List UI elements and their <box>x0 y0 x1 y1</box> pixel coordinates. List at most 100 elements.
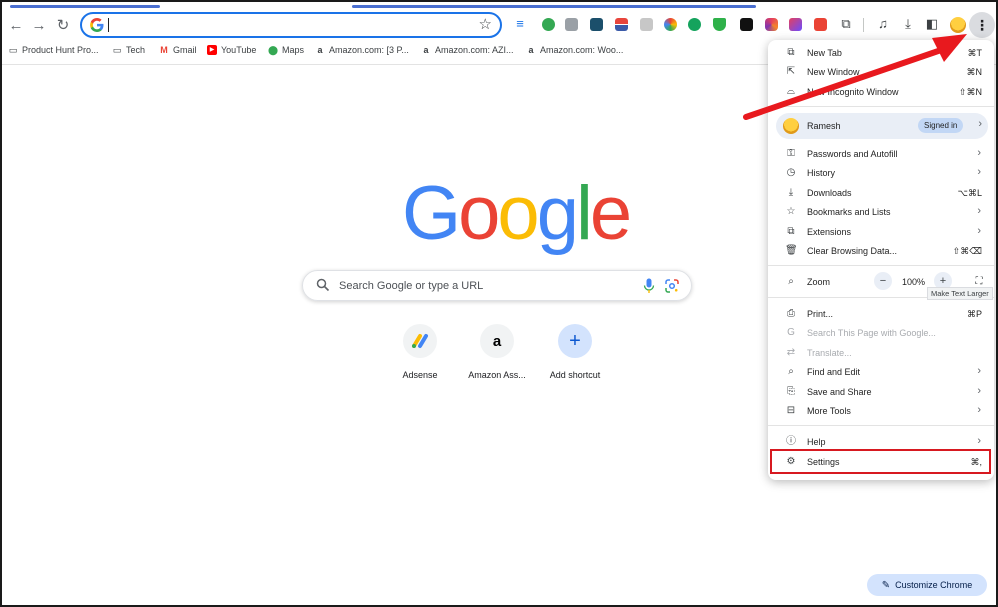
menu-item-search-page: G Search This Page with Google... <box>768 323 994 342</box>
amazon-icon: a <box>423 45 429 55</box>
bookmark-item[interactable]: ⬤ Maps <box>268 45 304 55</box>
bookmark-star-icon[interactable]: ☆ <box>479 15 492 33</box>
bookmark-label: Amazon.com: AZI... <box>435 45 514 55</box>
chrome-menu: ⧉ New Tab ⌘T ⇱ New Window ⌘N ⌓ New Incognito … <box>768 40 994 480</box>
puzzle-icon[interactable]: ⧉ <box>838 16 854 32</box>
bookmark-label: Gmail <box>173 45 197 55</box>
bookmark-label: Maps <box>282 45 305 55</box>
customize-chrome-button[interactable]: ✎ Customize Chrome <box>867 574 987 596</box>
reload-icon[interactable]: ↻ <box>52 14 74 36</box>
profile-avatar[interactable] <box>950 17 966 33</box>
grammarly-icon[interactable] <box>688 18 701 31</box>
bookmark-item[interactable]: a Amazon.com: Woo... <box>526 45 623 55</box>
forward-icon[interactable]: → <box>28 14 50 36</box>
extension-icon[interactable] <box>664 18 677 31</box>
printer-icon: ⎙ <box>787 308 795 319</box>
incognito-icon: ⌓ <box>787 86 795 97</box>
download-icon[interactable]: ⤓ <box>900 16 916 32</box>
zoom-out-button[interactable]: − <box>874 272 892 290</box>
address-bar[interactable]: ☆ <box>80 12 502 38</box>
extension-icon[interactable] <box>789 18 802 31</box>
toolbar-divider <box>863 18 864 32</box>
menu-item-passwords[interactable]: ⚿ Passwords and Autofill › <box>768 144 994 163</box>
menu-item-new-incognito[interactable]: ⌓ New Incognito Window ⇧⌘N <box>768 82 994 101</box>
add-shortcut-button[interactable]: + Add shortcut <box>536 324 614 380</box>
chevron-right-icon: › <box>977 435 981 447</box>
reading-list-icon[interactable]: ≡ <box>512 16 528 31</box>
search-placeholder: Search Google or type a URL <box>339 280 484 292</box>
menu-item-history[interactable]: ◷ History › <box>768 163 994 182</box>
profile-name: Ramesh <box>807 121 841 131</box>
bookmark-item[interactable]: M Gmail <box>159 45 197 55</box>
bookmark-label: Tech <box>126 45 146 55</box>
shield-icon[interactable] <box>713 18 726 31</box>
extension-icon[interactable] <box>542 18 555 31</box>
gmail-icon: M <box>160 45 168 55</box>
logo-letter: g <box>536 171 579 256</box>
bookmark-item[interactable]: a Amazon.com: AZI... <box>421 45 514 55</box>
browser-toolbar: ← → ↻ ☆ ≡ ⧉ ♫ ⤓ ◧ ⋮ <box>2 10 996 42</box>
extension-icon[interactable] <box>565 18 578 31</box>
google-search-box[interactable]: Search Google or type a URL <box>302 270 692 301</box>
menu-item-new-tab[interactable]: ⧉ New Tab ⌘T <box>768 43 994 62</box>
translate-icon: ⇄ <box>786 347 796 358</box>
text-caret <box>108 18 109 32</box>
bookmark-item[interactable]: ▭ Product Hunt Pro... <box>8 45 99 55</box>
download-icon: ⤓ <box>788 187 794 198</box>
menu-item-extensions[interactable]: ⧉ Extensions › <box>768 222 994 241</box>
menu-item-new-window[interactable]: ⇱ New Window ⌘N <box>768 62 994 81</box>
menu-item-translate: ⇄ Translate... <box>786 347 852 358</box>
media-icon[interactable]: ♫ <box>875 16 891 31</box>
side-panel-icon[interactable]: ◧ <box>924 16 940 32</box>
shortcut-adsense[interactable]: Adsense <box>381 324 459 380</box>
chevron-right-icon: › <box>977 365 981 377</box>
menu-item-find-edit[interactable]: ⌕ Find and Edit › <box>768 362 994 381</box>
chrome-menu-icon[interactable]: ⋮ <box>969 12 995 38</box>
back-icon[interactable]: ← <box>5 14 27 36</box>
amazon-icon: a <box>317 45 323 55</box>
signed-in-badge: Signed in <box>918 118 964 133</box>
menu-item-more-tools[interactable]: ⊟ More Tools › <box>768 401 994 420</box>
extension-icon[interactable] <box>740 18 753 31</box>
maps-icon: ⬤ <box>268 45 279 55</box>
plus-icon: + <box>558 324 592 358</box>
extension-icon[interactable] <box>615 18 628 31</box>
google-lens-icon[interactable] <box>665 279 679 293</box>
bookmark-item[interactable]: ▶ YouTube <box>207 45 256 55</box>
bookmark-label: Amazon.com: Woo... <box>540 45 624 55</box>
shortcut-amazon[interactable]: a Amazon Ass... <box>458 324 536 380</box>
logo-letter: l <box>575 171 593 256</box>
bookmark-label: Amazon.com: [3 P... <box>329 45 409 55</box>
new-window-icon: ⇱ <box>786 66 796 77</box>
logo-letter: o <box>497 171 539 256</box>
key-icon: ⚿ <box>787 148 795 159</box>
menu-profile-row[interactable]: Ramesh Signed in › <box>776 113 988 139</box>
trash-icon: 🗑 <box>785 245 798 256</box>
bookmark-item[interactable]: a Amazon.com: [3 P... <box>315 45 409 55</box>
folder-icon: ▭ <box>112 45 122 55</box>
menu-item-print[interactable]: ⎙ Print... ⌘P <box>768 304 994 323</box>
menu-divider <box>768 106 994 107</box>
chevron-right-icon: › <box>977 385 981 397</box>
logo-letter: o <box>458 171 500 256</box>
menu-item-downloads[interactable]: ⤓ Downloads ⌥⌘L <box>768 183 994 202</box>
chevron-right-icon: › <box>977 205 981 217</box>
extension-icon[interactable] <box>765 18 778 31</box>
menu-item-save-share[interactable]: ⎘ Save and Share › <box>768 382 994 401</box>
bookmark-label: Product Hunt Pro... <box>22 45 99 55</box>
folder-icon: ▭ <box>8 45 18 55</box>
zoom-tooltip: Make Text Larger <box>927 287 993 300</box>
shortcut-label: Amazon Ass... <box>468 370 526 380</box>
extension-icon[interactable] <box>640 18 653 31</box>
microphone-icon[interactable] <box>643 278 655 294</box>
chevron-right-icon: › <box>977 166 981 178</box>
logo-letter: e <box>589 171 632 256</box>
search-icon <box>316 278 330 292</box>
save-icon: ⎘ <box>787 386 795 397</box>
extension-icon[interactable] <box>590 18 603 31</box>
google-g-icon <box>90 18 104 32</box>
bookmark-item[interactable]: ▭ Tech <box>112 45 145 55</box>
menu-item-bookmarks[interactable]: ☆ Bookmarks and Lists › <box>768 202 994 221</box>
menu-item-clear-data[interactable]: 🗑 Clear Browsing Data... ⇧⌘⌫ <box>768 241 994 260</box>
extension-icon[interactable] <box>814 18 827 31</box>
